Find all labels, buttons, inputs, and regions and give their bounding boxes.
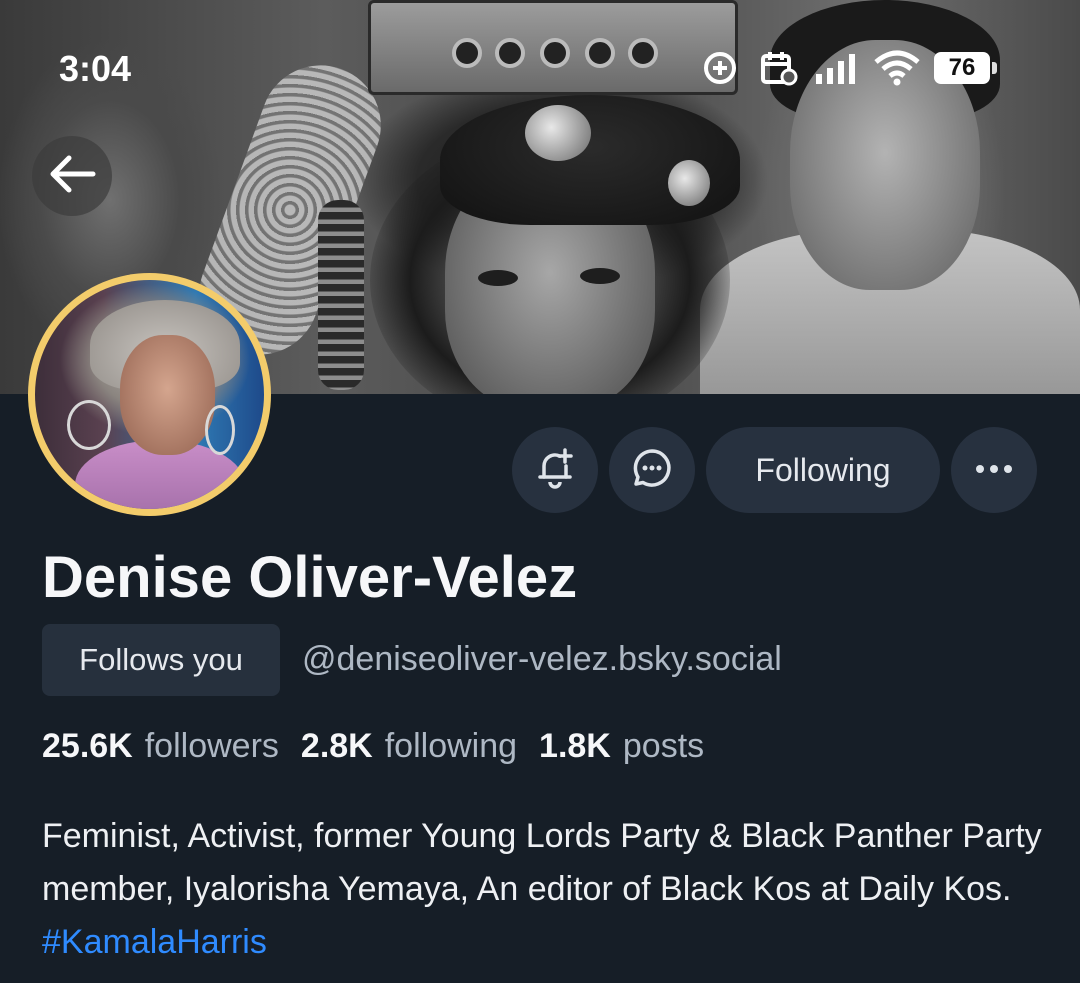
followers-stat[interactable]: 25.6K followers [42,727,279,766]
following-stat[interactable]: 2.8K following [301,727,517,766]
banner-eye [478,270,518,286]
chat-bubble-icon [631,447,673,494]
following-count: 2.8K [300,727,373,765]
avatar[interactable] [28,273,271,516]
more-options-button[interactable] [951,427,1037,513]
battery-nub [992,62,997,74]
subscribe-notifications-button[interactable] [512,427,598,513]
banner-eye [580,268,620,284]
bio-hashtag-link[interactable]: #KamalaHarris [42,923,267,961]
followers-count: 25.6K [42,727,133,765]
user-handle: @deniseoliver-velez.bsky.social [302,640,782,678]
status-time: 3:04 [59,48,132,89]
ellipsis-icon [974,461,1014,479]
avatar-photo [35,280,264,509]
following-button[interactable]: Following [706,427,940,513]
avatar-photo-earring [67,400,111,450]
battery-icon: 76 [934,52,990,84]
followers-label: followers [144,727,279,765]
back-button[interactable] [32,136,112,216]
profile-bio: Feminist, Activist, former Young Lords P… [42,810,1052,969]
posts-stat: 1.8K posts [539,727,704,766]
posts-count: 1.8K [539,727,611,765]
display-name: Denise Oliver-Velez [42,545,578,610]
posts-label: posts [622,727,705,765]
calendar-alarm-icon [760,50,798,91]
battery-level: 76 [948,54,976,81]
banner-pin [668,160,710,206]
bell-plus-icon [534,447,576,494]
follows-you-badge: Follows you [42,624,280,696]
signal-icon [814,52,860,89]
following-label: following [384,727,518,765]
message-button[interactable] [609,427,695,513]
wifi-icon [874,50,920,91]
banner-coil-cord [318,200,364,390]
data-saver-icon [702,50,738,91]
bio-text: Feminist, Activist, former Young Lords P… [42,817,1042,908]
profile-stats: 25.6K followers 2.8K following 1.8K posts [42,727,704,766]
avatar-photo-earring [205,405,235,455]
arrow-left-icon [47,154,97,199]
status-bar: 3:04 76 [0,0,1080,130]
avatar-photo-face [120,335,215,455]
